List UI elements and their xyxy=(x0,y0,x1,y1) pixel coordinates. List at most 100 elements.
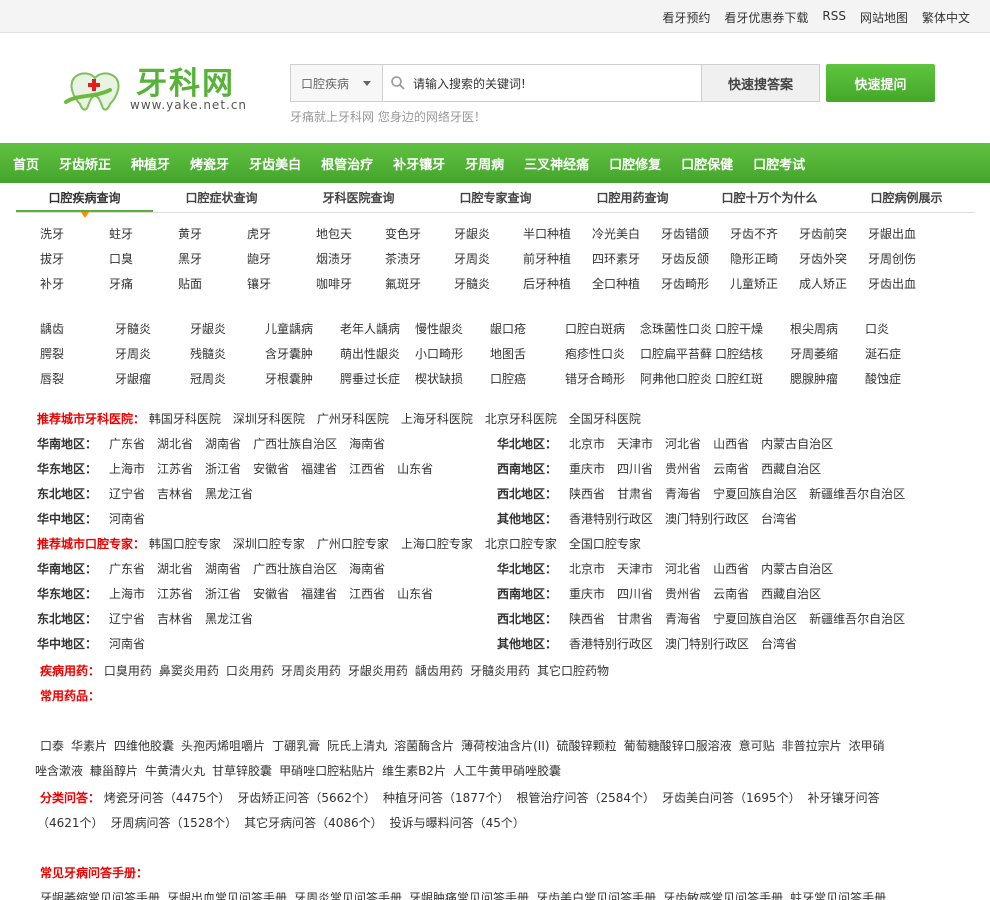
disease-link[interactable]: 口炎 xyxy=(865,317,940,342)
drug-link[interactable]: 口泰 xyxy=(40,739,64,753)
disease-link[interactable]: 前牙种植 xyxy=(523,247,592,272)
search-category-select[interactable]: 口腔疾病 xyxy=(291,65,383,101)
region-link[interactable]: 贵州省 xyxy=(665,462,701,476)
disease-link[interactable]: 黄牙 xyxy=(178,222,247,247)
region-link[interactable]: 吉林省 xyxy=(157,612,193,626)
disease-link[interactable]: 牙龈炎 xyxy=(454,222,523,247)
ask-question-button[interactable]: 快速提问 xyxy=(826,64,935,102)
disease-link[interactable]: 地包天 xyxy=(316,222,385,247)
city-hospital-link[interactable]: 全国牙科医院 xyxy=(569,412,641,426)
tab-expert-query[interactable]: 口腔专家查询 xyxy=(427,186,564,212)
disease-link[interactable]: 牙龈瘤 xyxy=(115,367,190,392)
disease-link[interactable]: 酸蚀症 xyxy=(865,367,940,392)
disease-link[interactable]: 牙龈炎 xyxy=(190,317,265,342)
disease-link[interactable]: 贴面 xyxy=(178,272,247,297)
nav-item[interactable]: 三叉神经痛 xyxy=(524,154,589,173)
disease-link[interactable]: 萌出性龈炎 xyxy=(340,342,415,367)
disease-link[interactable]: 虎牙 xyxy=(247,222,316,247)
disease-link[interactable]: 口腔癌 xyxy=(490,367,565,392)
disease-link[interactable]: 补牙 xyxy=(40,272,109,297)
drug-link[interactable]: 牛黄清火丸 xyxy=(145,764,205,778)
region-link[interactable]: 辽宁省 xyxy=(109,612,145,626)
disease-link[interactable]: 牙齿畸形 xyxy=(661,272,730,297)
region-link[interactable]: 广西壮族自治区 xyxy=(253,562,337,576)
region-link[interactable]: 重庆市 xyxy=(569,587,605,601)
city-expert-link[interactable]: 北京口腔专家 xyxy=(485,537,557,551)
drug-link[interactable]: 薄荷桉油含片(II) xyxy=(461,739,549,753)
drug-link[interactable]: 糠甾醇片 xyxy=(90,764,138,778)
region-link[interactable]: 河南省 xyxy=(109,637,145,651)
manual-link[interactable]: 牙周炎常见问答手册 xyxy=(294,891,402,900)
disease-link[interactable]: 牙髓炎 xyxy=(115,317,190,342)
drug-category-link[interactable]: 鼻窦炎用药 xyxy=(159,664,219,678)
nav-item[interactable]: 口腔保健 xyxy=(681,154,733,173)
manual-link[interactable]: 牙龈肿痛常见问答手册 xyxy=(409,891,529,900)
disease-link[interactable]: 烟渍牙 xyxy=(316,247,385,272)
disease-link[interactable]: 龋齿 xyxy=(40,317,115,342)
nav-item[interactable]: 牙齿矫正 xyxy=(59,154,111,173)
region-link[interactable]: 海南省 xyxy=(349,437,385,451)
city-hospital-link[interactable]: 韩国牙科医院 xyxy=(149,412,221,426)
nav-item[interactable]: 牙周病 xyxy=(465,154,504,173)
disease-link[interactable]: 腭裂 xyxy=(40,342,115,367)
region-link[interactable]: 上海市 xyxy=(109,587,145,601)
disease-link[interactable]: 牙周创伤 xyxy=(868,247,937,272)
search-button[interactable]: 快速搜答案 xyxy=(701,65,819,101)
disease-link[interactable]: 腮腺肿瘤 xyxy=(790,367,865,392)
disease-link[interactable]: 牙周炎 xyxy=(115,342,190,367)
nav-item[interactable]: 烤瓷牙 xyxy=(190,154,229,173)
manual-link[interactable]: 牙齿美白常见问答手册 xyxy=(536,891,656,900)
drug-link[interactable]: 非普拉宗片 xyxy=(782,739,842,753)
disease-link[interactable]: 牙齿外突 xyxy=(799,247,868,272)
region-link[interactable]: 新疆维吾尔自治区 xyxy=(809,487,905,501)
drug-link[interactable]: 阮氏上清丸 xyxy=(327,739,387,753)
city-expert-link[interactable]: 深圳口腔专家 xyxy=(233,537,305,551)
region-link[interactable]: 甘肃省 xyxy=(617,487,653,501)
category-qa-link[interactable]: 牙齿矫正问答（5662个） xyxy=(237,791,376,805)
region-link[interactable]: 辽宁省 xyxy=(109,487,145,501)
disease-link[interactable]: 阿弗他口腔炎 xyxy=(640,367,715,392)
city-hospital-link[interactable]: 北京牙科医院 xyxy=(485,412,557,426)
region-link[interactable]: 青海省 xyxy=(665,612,701,626)
drug-category-link[interactable]: 口炎用药 xyxy=(226,664,274,678)
city-expert-link[interactable]: 韩国口腔专家 xyxy=(149,537,221,551)
search-input[interactable] xyxy=(413,65,701,101)
disease-link[interactable]: 茶渍牙 xyxy=(385,247,454,272)
nav-item[interactable]: 口腔修复 xyxy=(609,154,661,173)
region-link[interactable]: 云南省 xyxy=(713,587,749,601)
disease-link[interactable]: 涎石症 xyxy=(865,342,940,367)
region-link[interactable]: 安徽省 xyxy=(253,587,289,601)
drug-category-link[interactable]: 其它口腔药物 xyxy=(537,664,609,678)
drug-link[interactable]: 硫酸锌颗粒 xyxy=(557,739,617,753)
disease-link[interactable]: 楔状缺损 xyxy=(415,367,490,392)
nav-item[interactable]: 根管治疗 xyxy=(321,154,373,173)
region-link[interactable]: 山西省 xyxy=(713,562,749,576)
disease-link[interactable]: 冷光美白 xyxy=(592,222,661,247)
region-link[interactable]: 天津市 xyxy=(617,437,653,451)
disease-link[interactable]: 拔牙 xyxy=(40,247,109,272)
disease-link[interactable]: 隐形正畸 xyxy=(730,247,799,272)
drug-link[interactable]: 甲硝唑口腔粘贴片 xyxy=(279,764,375,778)
tab-case-show[interactable]: 口腔病例展示 xyxy=(838,186,975,212)
manual-link[interactable]: 牙齿敏感常见问答手册 xyxy=(663,891,783,900)
region-link[interactable]: 湖北省 xyxy=(157,562,193,576)
region-link[interactable]: 黑龙江省 xyxy=(205,487,253,501)
tab-hospital-query[interactable]: 牙科医院查询 xyxy=(290,186,427,212)
region-link[interactable]: 甘肃省 xyxy=(617,612,653,626)
category-qa-link[interactable]: 投诉与曝料问答（45个） xyxy=(390,816,525,830)
drug-link[interactable]: 维生素B2片 xyxy=(382,764,446,778)
region-link[interactable]: 北京市 xyxy=(569,562,605,576)
region-link[interactable]: 重庆市 xyxy=(569,462,605,476)
region-link[interactable]: 广东省 xyxy=(109,437,145,451)
region-link[interactable]: 湖南省 xyxy=(205,437,241,451)
city-expert-link[interactable]: 上海口腔专家 xyxy=(401,537,473,551)
disease-link[interactable]: 口臭 xyxy=(109,247,178,272)
tab-why-query[interactable]: 口腔十万个为什么 xyxy=(701,186,838,212)
disease-link[interactable]: 腭垂过长症 xyxy=(340,367,415,392)
region-link[interactable]: 澳门特别行政区 xyxy=(665,512,749,526)
region-link[interactable]: 青海省 xyxy=(665,487,701,501)
drug-category-link[interactable]: 龋齿用药 xyxy=(415,664,463,678)
city-hospital-link[interactable]: 上海牙科医院 xyxy=(401,412,473,426)
disease-link[interactable]: 蛀牙 xyxy=(109,222,178,247)
tab-drug-query[interactable]: 口腔用药查询 xyxy=(564,186,701,212)
